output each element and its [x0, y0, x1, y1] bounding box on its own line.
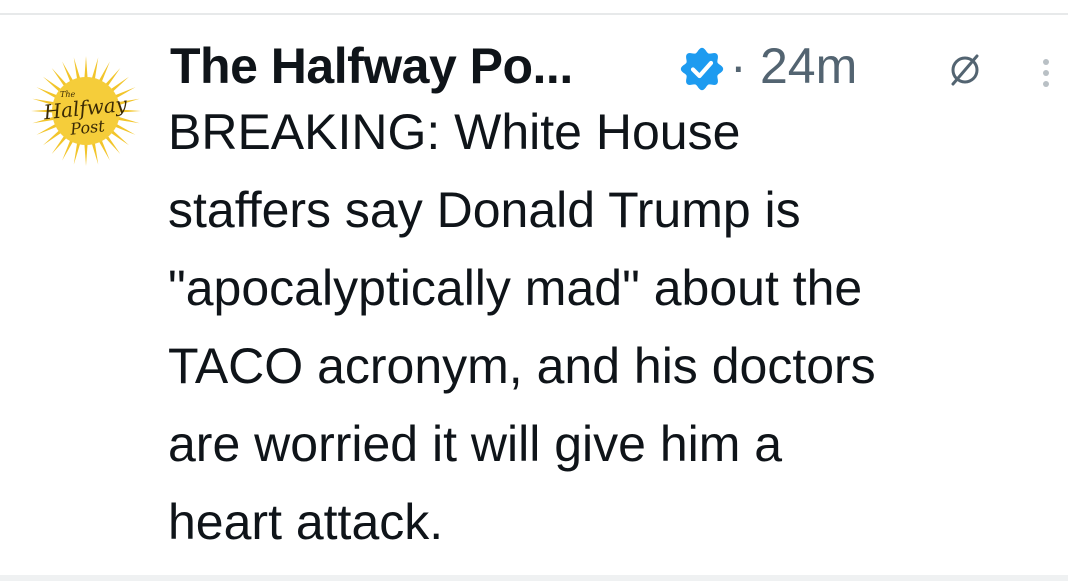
tweet-card[interactable]: The Halfway Post The Halfway Po... · 24m…	[0, 15, 1068, 575]
tweet-header: The Halfway Po... · 24m	[170, 33, 1060, 99]
tweet-text-line: BREAKING: White House	[168, 104, 741, 160]
tweet-text-line: TACO acronym, and his doctors	[168, 338, 876, 394]
timestamp[interactable]: 24m	[760, 33, 857, 99]
more-options-icon[interactable]	[1036, 53, 1056, 93]
audience-restricted-icon[interactable]	[945, 49, 985, 89]
tweet-text-line: "apocalyptically mad" about the	[168, 260, 863, 316]
tweet-text-line: are worried it will give him a	[168, 416, 783, 472]
verified-badge-icon[interactable]	[680, 47, 724, 91]
avatar[interactable]: The Halfway Post	[30, 55, 142, 167]
bottom-divider	[0, 575, 1068, 581]
avatar-logo-icon: The Halfway Post	[30, 55, 142, 167]
tweet-text-line: staffers say Donald Trump is	[168, 182, 801, 238]
display-name[interactable]: The Halfway Po...	[170, 33, 573, 99]
tweet-text: BREAKING: White House staffers say Donal…	[168, 93, 1063, 561]
separator-dot: ·	[730, 38, 747, 94]
avatar-text-bottom: Post	[68, 116, 106, 139]
tweet-text-line: heart attack.	[168, 494, 444, 550]
